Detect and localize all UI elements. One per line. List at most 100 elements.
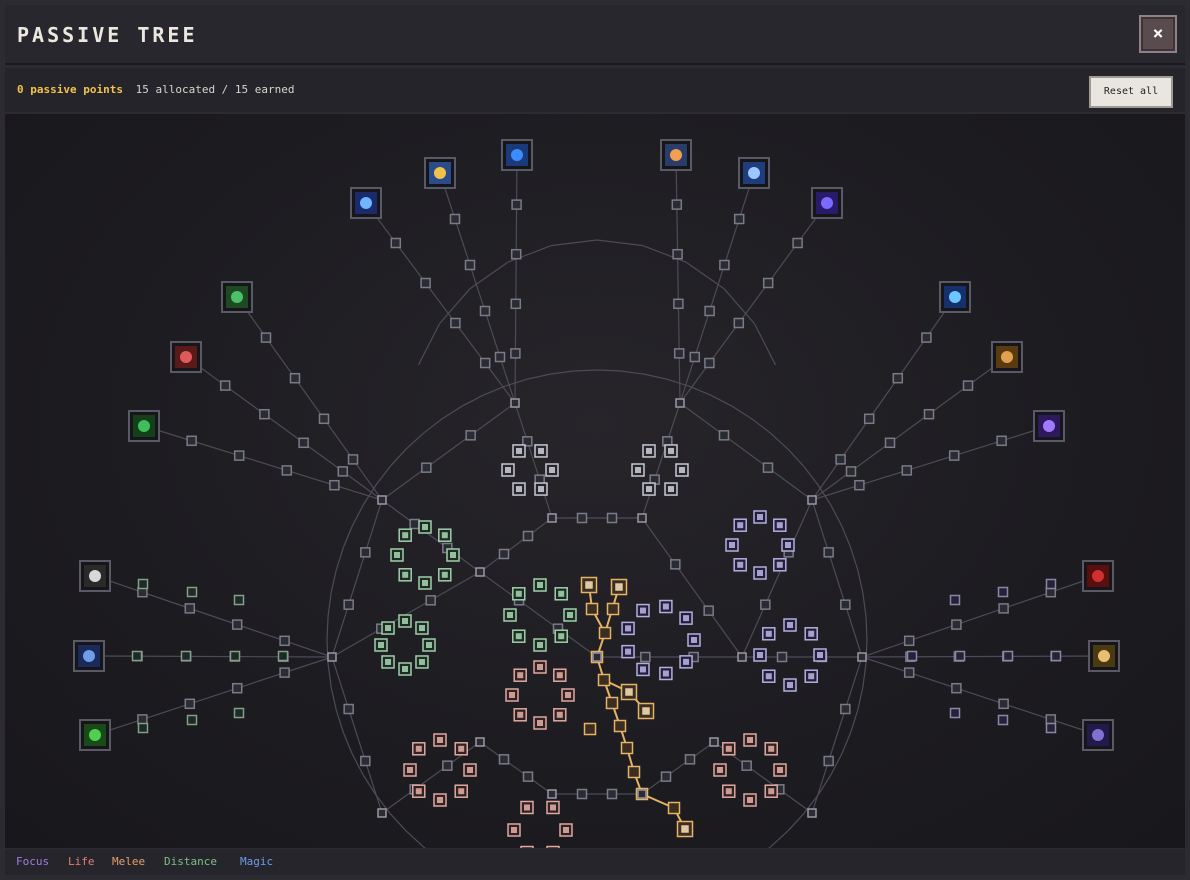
passive-node[interactable] (465, 430, 476, 441)
passive-node[interactable] (219, 380, 231, 391)
allocated-node[interactable] (597, 673, 611, 687)
purple-blade-icon[interactable] (1033, 410, 1065, 442)
passive-node[interactable] (672, 248, 683, 260)
passive-node[interactable] (498, 754, 510, 765)
passive-node[interactable] (554, 629, 568, 643)
hub-node[interactable] (547, 789, 557, 799)
passive-node[interactable] (415, 655, 429, 669)
hub-node[interactable] (807, 808, 817, 818)
passive-node[interactable] (997, 714, 1009, 726)
hub-node[interactable] (547, 513, 557, 523)
passive-node[interactable] (479, 357, 491, 369)
passive-node[interactable] (398, 528, 412, 542)
passive-node[interactable] (513, 668, 527, 682)
passive-node[interactable] (398, 662, 412, 676)
hub-node[interactable] (637, 789, 647, 799)
passive-node[interactable] (962, 380, 974, 391)
passive-node[interactable] (640, 651, 651, 663)
compass-orb-icon[interactable] (660, 139, 692, 171)
passive-node[interactable] (553, 668, 567, 682)
passive-node[interactable] (137, 578, 149, 590)
passive-node[interactable] (781, 538, 795, 552)
allocated-node[interactable] (667, 801, 681, 815)
passive-node[interactable] (289, 372, 301, 384)
passive-node[interactable] (901, 465, 913, 476)
allocated-node[interactable] (620, 683, 638, 701)
allocated-node[interactable] (627, 765, 641, 779)
passive-node[interactable] (576, 512, 588, 524)
dark-portal-icon[interactable] (1082, 719, 1114, 751)
passive-node[interactable] (390, 237, 402, 249)
passive-node[interactable] (606, 788, 618, 800)
passive-node[interactable] (903, 667, 915, 678)
passive-node[interactable] (505, 688, 519, 702)
passive-node[interactable] (186, 435, 197, 447)
passive-node[interactable] (512, 629, 526, 643)
passive-node[interactable] (347, 454, 359, 465)
passive-tree-canvas[interactable] (5, 114, 1185, 848)
frost-ladder-icon[interactable] (939, 281, 971, 313)
passive-node[interactable] (533, 638, 547, 652)
passive-node[interactable] (260, 332, 272, 343)
blue-dagger-icon[interactable] (73, 640, 105, 672)
passive-node[interactable] (449, 213, 461, 225)
allocated-node[interactable] (585, 602, 599, 616)
passive-node[interactable] (545, 463, 559, 477)
passive-node[interactable] (510, 348, 521, 359)
spiral-scroll-icon[interactable] (170, 341, 202, 373)
passive-node[interactable] (277, 650, 289, 662)
passive-node[interactable] (329, 479, 340, 491)
passive-node[interactable] (446, 548, 460, 562)
hub-node[interactable] (510, 398, 520, 408)
passive-node[interactable] (422, 638, 436, 652)
passive-node[interactable] (390, 548, 404, 562)
passive-node[interactable] (563, 608, 577, 622)
passive-node[interactable] (511, 199, 522, 210)
passive-node[interactable] (184, 698, 196, 710)
passive-node[interactable] (360, 755, 371, 767)
passive-node[interactable] (522, 530, 534, 542)
passive-node[interactable] (425, 595, 436, 606)
passive-node[interactable] (229, 650, 241, 662)
passive-node[interactable] (636, 603, 650, 618)
passive-node[interactable] (764, 784, 778, 798)
passive-node[interactable] (409, 518, 420, 530)
passive-node[interactable] (546, 800, 560, 815)
allocated-node[interactable] (598, 626, 612, 640)
allocated-node[interactable] (637, 702, 655, 720)
passive-node[interactable] (454, 742, 468, 756)
passive-node[interactable] (664, 444, 678, 458)
passive-node[interactable] (512, 482, 526, 496)
passive-node[interactable] (949, 594, 961, 606)
passive-node[interactable] (137, 714, 148, 725)
passive-node[interactable] (554, 587, 568, 601)
passive-node[interactable] (498, 548, 510, 560)
passive-node[interactable] (1050, 650, 1062, 662)
passive-node[interactable] (233, 450, 245, 461)
passive-node[interactable] (704, 305, 715, 317)
hub-node[interactable] (737, 652, 747, 662)
passive-node[interactable] (823, 755, 834, 767)
passive-node[interactable] (687, 633, 701, 647)
hub-node[interactable] (592, 652, 602, 662)
passive-node[interactable] (733, 518, 747, 532)
blue-flame-icon[interactable] (811, 187, 843, 219)
passive-node[interactable] (360, 547, 371, 558)
passive-node[interactable] (713, 763, 727, 777)
passive-node[interactable] (259, 408, 270, 420)
passive-node[interactable] (760, 599, 771, 610)
passive-node[interactable] (743, 793, 757, 807)
passive-node[interactable] (533, 578, 547, 592)
passive-node[interactable] (675, 463, 689, 477)
passive-node[interactable] (533, 660, 547, 674)
passive-node[interactable] (776, 651, 788, 663)
passive-node[interactable] (450, 317, 461, 329)
passive-node[interactable] (520, 800, 534, 815)
passive-node[interactable] (684, 754, 696, 765)
passive-node[interactable] (510, 298, 522, 310)
passive-node[interactable] (753, 648, 767, 662)
passive-node[interactable] (764, 742, 778, 756)
passive-node[interactable] (906, 650, 918, 662)
passive-node[interactable] (804, 627, 818, 641)
passive-node[interactable] (279, 635, 290, 647)
